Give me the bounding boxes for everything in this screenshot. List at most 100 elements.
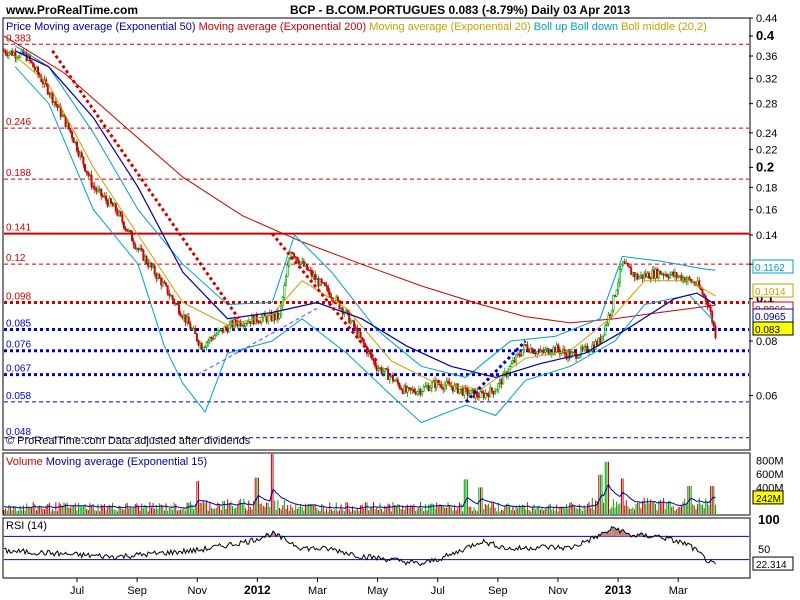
candle-body (534, 352, 537, 355)
price-y-axis: 0.44 0.4 0.36 0.32 0.28 0.24 0.22 0.2 0.18 0.16 0.… (749, 13, 777, 402)
candle-body (604, 325, 607, 336)
candle-body (205, 342, 208, 347)
candle-body (312, 274, 315, 277)
candle-body (537, 351, 540, 353)
candle-body (152, 265, 155, 268)
candle-body (443, 384, 446, 390)
candle-body (226, 327, 229, 333)
candle-body (613, 295, 616, 297)
candle-body (623, 261, 626, 265)
candle-body (683, 277, 686, 283)
candle-body (531, 347, 534, 354)
candle-body (669, 274, 672, 279)
candle-body (111, 202, 114, 207)
candle-body (400, 387, 403, 390)
end-box-label: 0.1014 (755, 287, 786, 298)
candle-body (145, 256, 148, 264)
candle-body (7, 52, 10, 56)
candle-body (228, 324, 231, 333)
candle-body (581, 347, 584, 350)
candle-body (169, 295, 172, 297)
candle-body (430, 382, 433, 389)
y-tick-label: 0.08 (756, 336, 777, 348)
candle-body (602, 334, 605, 337)
level-label: 0.246 (6, 117, 31, 128)
chart-root: www.ProRealTime.com BCP - B.COM.PORTUGUE… (2, 3, 794, 597)
candle-body (273, 314, 276, 320)
volume-y-axis: 800M600M400M200M242M (752, 456, 784, 508)
candle-body (657, 270, 660, 278)
candle-body (41, 81, 44, 85)
x-tick-label: May (367, 585, 388, 597)
candle-body (203, 346, 206, 348)
level-label: 0.076 (6, 340, 31, 351)
candle-body (353, 320, 356, 328)
candle-body (401, 389, 404, 394)
candle-body (495, 389, 498, 393)
candle-body (323, 282, 326, 286)
candle-body (413, 389, 416, 393)
candle-body (71, 131, 74, 139)
candle-body (199, 342, 202, 346)
rsi-overbought-fill (608, 530, 611, 537)
x-tick-label: Jul (70, 585, 84, 597)
candle-body (359, 331, 362, 338)
candle-body (72, 137, 75, 144)
candle-body (552, 347, 555, 354)
candle-body (500, 379, 503, 385)
y-tick-label: 0.24 (756, 128, 777, 140)
candle-body (242, 325, 245, 327)
candle-body (213, 335, 216, 340)
candle-body (156, 274, 159, 279)
candle-body (641, 274, 644, 279)
candle-body (131, 231, 134, 242)
candle-body (380, 367, 383, 374)
candle-body (472, 389, 475, 399)
candle-body (620, 265, 623, 270)
legend-entry: Price (6, 21, 31, 33)
candle-body (625, 262, 628, 265)
candle-body (425, 385, 428, 387)
candle-body (541, 349, 544, 352)
x-tick-label: Sep (488, 585, 508, 597)
candle-body (557, 344, 560, 351)
candle-body (594, 341, 597, 350)
rsi-overbought-fill (613, 527, 615, 537)
candle-body (382, 371, 385, 374)
candle-body (375, 365, 378, 371)
candle-body (584, 345, 587, 348)
candle-body (150, 262, 153, 268)
candle-body (667, 276, 670, 279)
candle-body (498, 379, 501, 384)
candle-body (215, 333, 218, 336)
candle-body (680, 275, 683, 281)
candle-body (417, 389, 420, 392)
candle-body (536, 351, 539, 355)
candle-body (450, 385, 453, 388)
candle-body (434, 380, 437, 388)
candle-body (202, 347, 205, 350)
candle-body (447, 380, 450, 384)
candle-body (61, 114, 64, 117)
y-tick-label: 0.4 (756, 28, 775, 43)
legend-entry: Moving average (Exponential 15) (43, 456, 207, 468)
candle-body (458, 389, 461, 394)
candle-body (296, 256, 299, 262)
candle-body (124, 227, 127, 230)
candle-body (612, 295, 615, 311)
y-tick-label: 0.16 (756, 205, 777, 217)
candle-body (249, 320, 252, 324)
x-axis: Jul Sep Nov 2012 Mar May Jul Sep Nov 2013 Mar (70, 578, 688, 597)
candle-body (388, 376, 391, 380)
candle-body (304, 263, 307, 267)
candle-body (583, 346, 586, 350)
candle-body (573, 351, 576, 354)
candle-body (48, 93, 51, 95)
candle-body (424, 385, 427, 388)
candle-body (390, 374, 393, 377)
price-legend: Price Moving average (Exponential 50) Mo… (6, 21, 707, 33)
candle-body (171, 295, 174, 300)
candle-body (58, 106, 61, 108)
candle-body (173, 299, 176, 304)
candle-body (518, 353, 521, 356)
